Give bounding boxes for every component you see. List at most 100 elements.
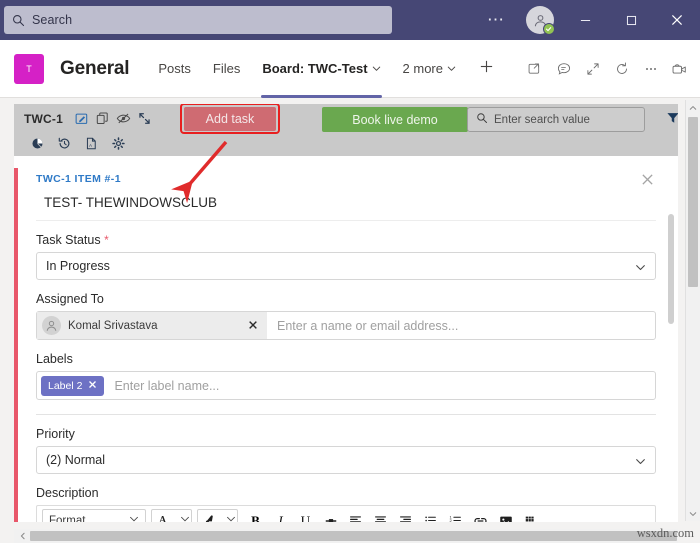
task-status-field: Task Status * In Progress <box>18 221 678 280</box>
priority-field: Priority (2) Normal <box>18 415 678 474</box>
svg-text:A: A <box>159 515 166 522</box>
priority-label: Priority <box>36 427 75 441</box>
task-title[interactable]: TEST- THEWINDOWSCLUB <box>44 195 678 210</box>
assigned-to-input[interactable]: Komal Srivastava Enter a name or email a… <box>36 311 656 340</box>
remove-label-icon[interactable] <box>88 380 97 392</box>
expand-icon[interactable] <box>578 40 607 98</box>
priority-value: (2) Normal <box>46 453 106 467</box>
meet-now-icon[interactable] <box>665 40 694 98</box>
table-icon[interactable] <box>518 508 543 522</box>
tab-board-twc-test[interactable]: Board: TWC-Test <box>251 40 391 98</box>
align-right-icon[interactable] <box>393 508 418 522</box>
tab-more[interactable]: 2 more <box>392 40 467 98</box>
highlight-icon <box>204 513 216 522</box>
pdf-icon[interactable]: A <box>78 133 105 154</box>
task-status-value: In Progress <box>46 259 110 273</box>
highlight-color-select[interactable] <box>197 509 238 522</box>
label-chip-text: Label 2 <box>48 379 83 392</box>
titlebar-more-button[interactable]: ⋯ <box>474 0 518 40</box>
add-tab-button[interactable] <box>467 58 506 80</box>
remove-assignee-icon[interactable] <box>248 319 258 333</box>
tab-label: 2 more <box>402 61 443 76</box>
strikethrough-icon[interactable] <box>318 508 343 522</box>
search-icon <box>12 14 25 27</box>
channel-tabs: Posts Files Board: TWC-Test 2 more <box>147 40 506 98</box>
teamwork-search-input[interactable]: Enter search value <box>467 107 645 132</box>
filter-icon[interactable] <box>666 111 678 130</box>
assigned-to-label: Assigned To <box>36 292 104 306</box>
scroll-up-icon[interactable] <box>686 100 700 115</box>
history-icon[interactable] <box>51 133 78 154</box>
font-color-icon: A <box>158 513 170 522</box>
bullet-list-icon[interactable] <box>418 508 443 523</box>
chart-pie-icon[interactable] <box>24 133 51 154</box>
edit-icon[interactable] <box>71 108 92 130</box>
align-center-icon[interactable] <box>368 508 393 522</box>
labels-placeholder: Enter label name... <box>114 378 220 393</box>
bold-icon[interactable]: B <box>243 508 268 523</box>
italic-icon[interactable]: I <box>268 508 293 523</box>
tab-posts[interactable]: Posts <box>147 40 202 98</box>
description-label: Description <box>36 486 99 500</box>
link-icon[interactable] <box>468 508 493 522</box>
collapse-icon[interactable] <box>134 108 155 130</box>
task-form-scroll-region[interactable]: TWC-1 ITEM #-1 TEST- THEWINDOWSCLUB Task… <box>14 156 678 522</box>
watermark: wsxdn.com <box>636 526 694 540</box>
align-left-icon[interactable] <box>343 508 368 522</box>
ellipsis-icon[interactable] <box>636 40 665 98</box>
close-button[interactable] <box>654 0 700 40</box>
description-field: Description <box>18 474 678 500</box>
settings-gear-icon[interactable] <box>105 133 132 154</box>
duplicate-icon[interactable] <box>92 108 113 130</box>
hide-icon[interactable] <box>113 108 134 130</box>
open-in-new-window-icon[interactable] <box>520 40 549 98</box>
task-status-select[interactable]: In Progress <box>36 252 656 280</box>
vertical-scrollbar-thumb[interactable] <box>688 117 698 287</box>
chat-icon[interactable] <box>549 40 578 98</box>
numbered-list-icon[interactable]: 123 <box>443 508 468 522</box>
horizontal-scrollbar-thumb[interactable] <box>30 531 677 541</box>
task-card-header: TWC-1 ITEM #-1 TEST- THEWINDOWSCLUB <box>18 168 678 210</box>
chevron-down-icon <box>129 514 139 522</box>
tab-files[interactable]: Files <box>202 40 251 98</box>
search-input[interactable]: Search <box>4 6 392 34</box>
format-select[interactable]: Format <box>42 509 146 522</box>
refresh-icon[interactable] <box>607 40 636 98</box>
task-detail-card: TWC-1 ITEM #-1 TEST- THEWINDOWSCLUB Task… <box>14 168 678 522</box>
underline-icon[interactable]: U <box>293 508 318 523</box>
assignee-name: Komal Srivastava <box>68 319 158 332</box>
book-live-demo-button[interactable]: Book live demo <box>322 107 468 132</box>
image-icon[interactable] <box>493 508 518 522</box>
profile-avatar-button[interactable] <box>518 0 562 40</box>
close-icon[interactable] <box>638 170 656 188</box>
format-select-value: Format <box>49 514 86 523</box>
teams-title-bar: Search ⋯ <box>0 0 700 40</box>
form-inner-scrollbar-thumb[interactable] <box>668 214 674 324</box>
chevron-down-icon <box>372 61 381 76</box>
teamwork-search-placeholder: Enter search value <box>494 113 590 126</box>
channel-header: T General Posts Files Board: TWC-Test 2 … <box>0 40 700 98</box>
maximize-button[interactable] <box>608 0 654 40</box>
project-code-label: TWC-1 <box>24 111 63 126</box>
minimize-button[interactable] <box>562 0 608 40</box>
team-avatar: T <box>14 53 44 84</box>
labels-input[interactable]: Label 2 Enter label name... <box>36 371 656 400</box>
required-marker: * <box>104 233 109 247</box>
bold-glyph: B <box>251 512 260 523</box>
ellipsis-icon: ⋯ <box>487 10 505 29</box>
item-key-link[interactable]: TWC-1 ITEM #-1 <box>36 173 678 185</box>
vertical-scrollbar[interactable] <box>685 100 700 521</box>
scroll-down-icon[interactable] <box>686 506 700 521</box>
editor-toolbar: Format A B I U 1 2 <box>37 506 655 522</box>
horizontal-scrollbar[interactable] <box>14 529 678 543</box>
task-status-label-text: Task Status <box>36 233 101 247</box>
priority-select[interactable]: (2) Normal <box>36 446 656 474</box>
teamwork-toolbar: TWC-1 A Add task Book live demo Enter se… <box>14 104 678 156</box>
svg-text:A: A <box>89 143 92 148</box>
chevron-down-icon <box>635 456 646 470</box>
chevron-down-icon <box>226 514 236 522</box>
font-color-select[interactable]: A <box>151 509 192 522</box>
scroll-left-icon[interactable] <box>16 529 30 543</box>
add-task-button[interactable]: Add task <box>184 107 276 131</box>
search-icon <box>476 111 488 129</box>
